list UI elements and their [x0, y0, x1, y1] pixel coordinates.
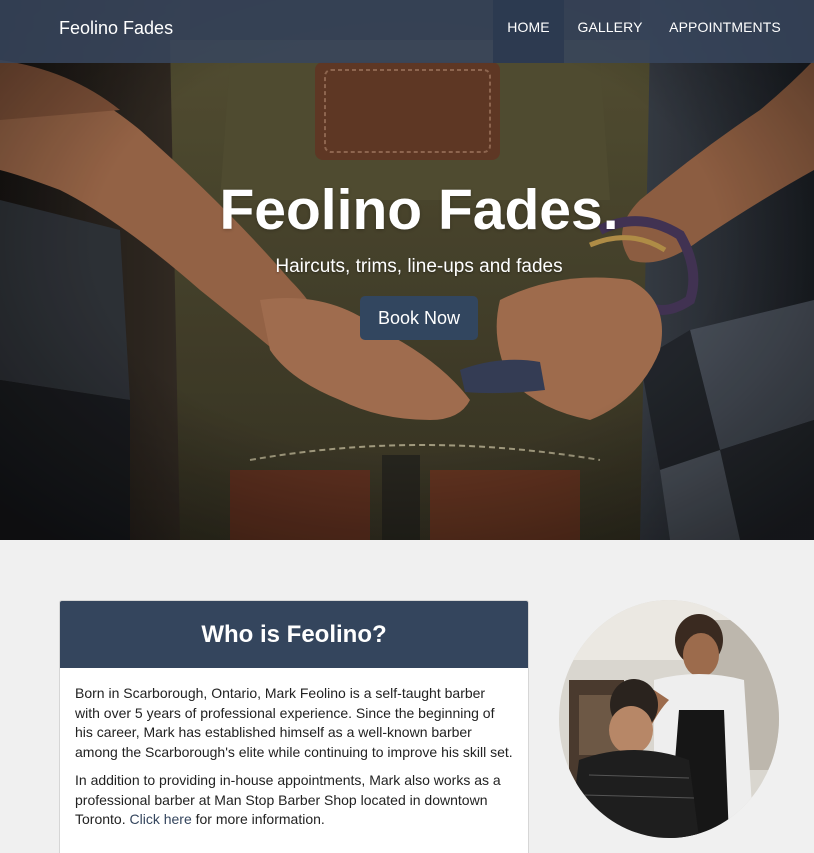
about-panel: Who is Feolino? Born in Scarborough, Ont…: [59, 600, 529, 853]
about-heading: Who is Feolino?: [60, 601, 528, 668]
about-paragraph-2: In addition to providing in-house appoin…: [75, 771, 513, 830]
click-here-link[interactable]: Click here: [129, 811, 191, 827]
brand-link[interactable]: Feolino Fades: [59, 17, 173, 39]
about-paragraph-2-tail: for more information.: [195, 811, 325, 827]
about-paragraph-1: Born in Scarborough, Ontario, Mark Feoli…: [75, 685, 513, 760]
nav-gallery[interactable]: GALLERY: [564, 0, 656, 63]
book-now-button[interactable]: Book Now: [360, 296, 478, 340]
nav-home[interactable]: HOME: [493, 0, 564, 63]
barber-portrait-image: [559, 600, 779, 838]
hero-subtitle: Haircuts, trims, line-ups and fades: [275, 256, 563, 277]
hero-section: Feolino Fades HOME GALLERY APPOINTMENTS …: [0, 0, 814, 540]
hero-title: Feolino Fades.: [219, 178, 619, 242]
nav-appointments[interactable]: APPOINTMENTS: [656, 0, 794, 63]
navbar: Feolino Fades HOME GALLERY APPOINTMENTS: [0, 0, 814, 63]
about-body: Born in Scarborough, Ontario, Mark Feoli…: [60, 668, 528, 830]
